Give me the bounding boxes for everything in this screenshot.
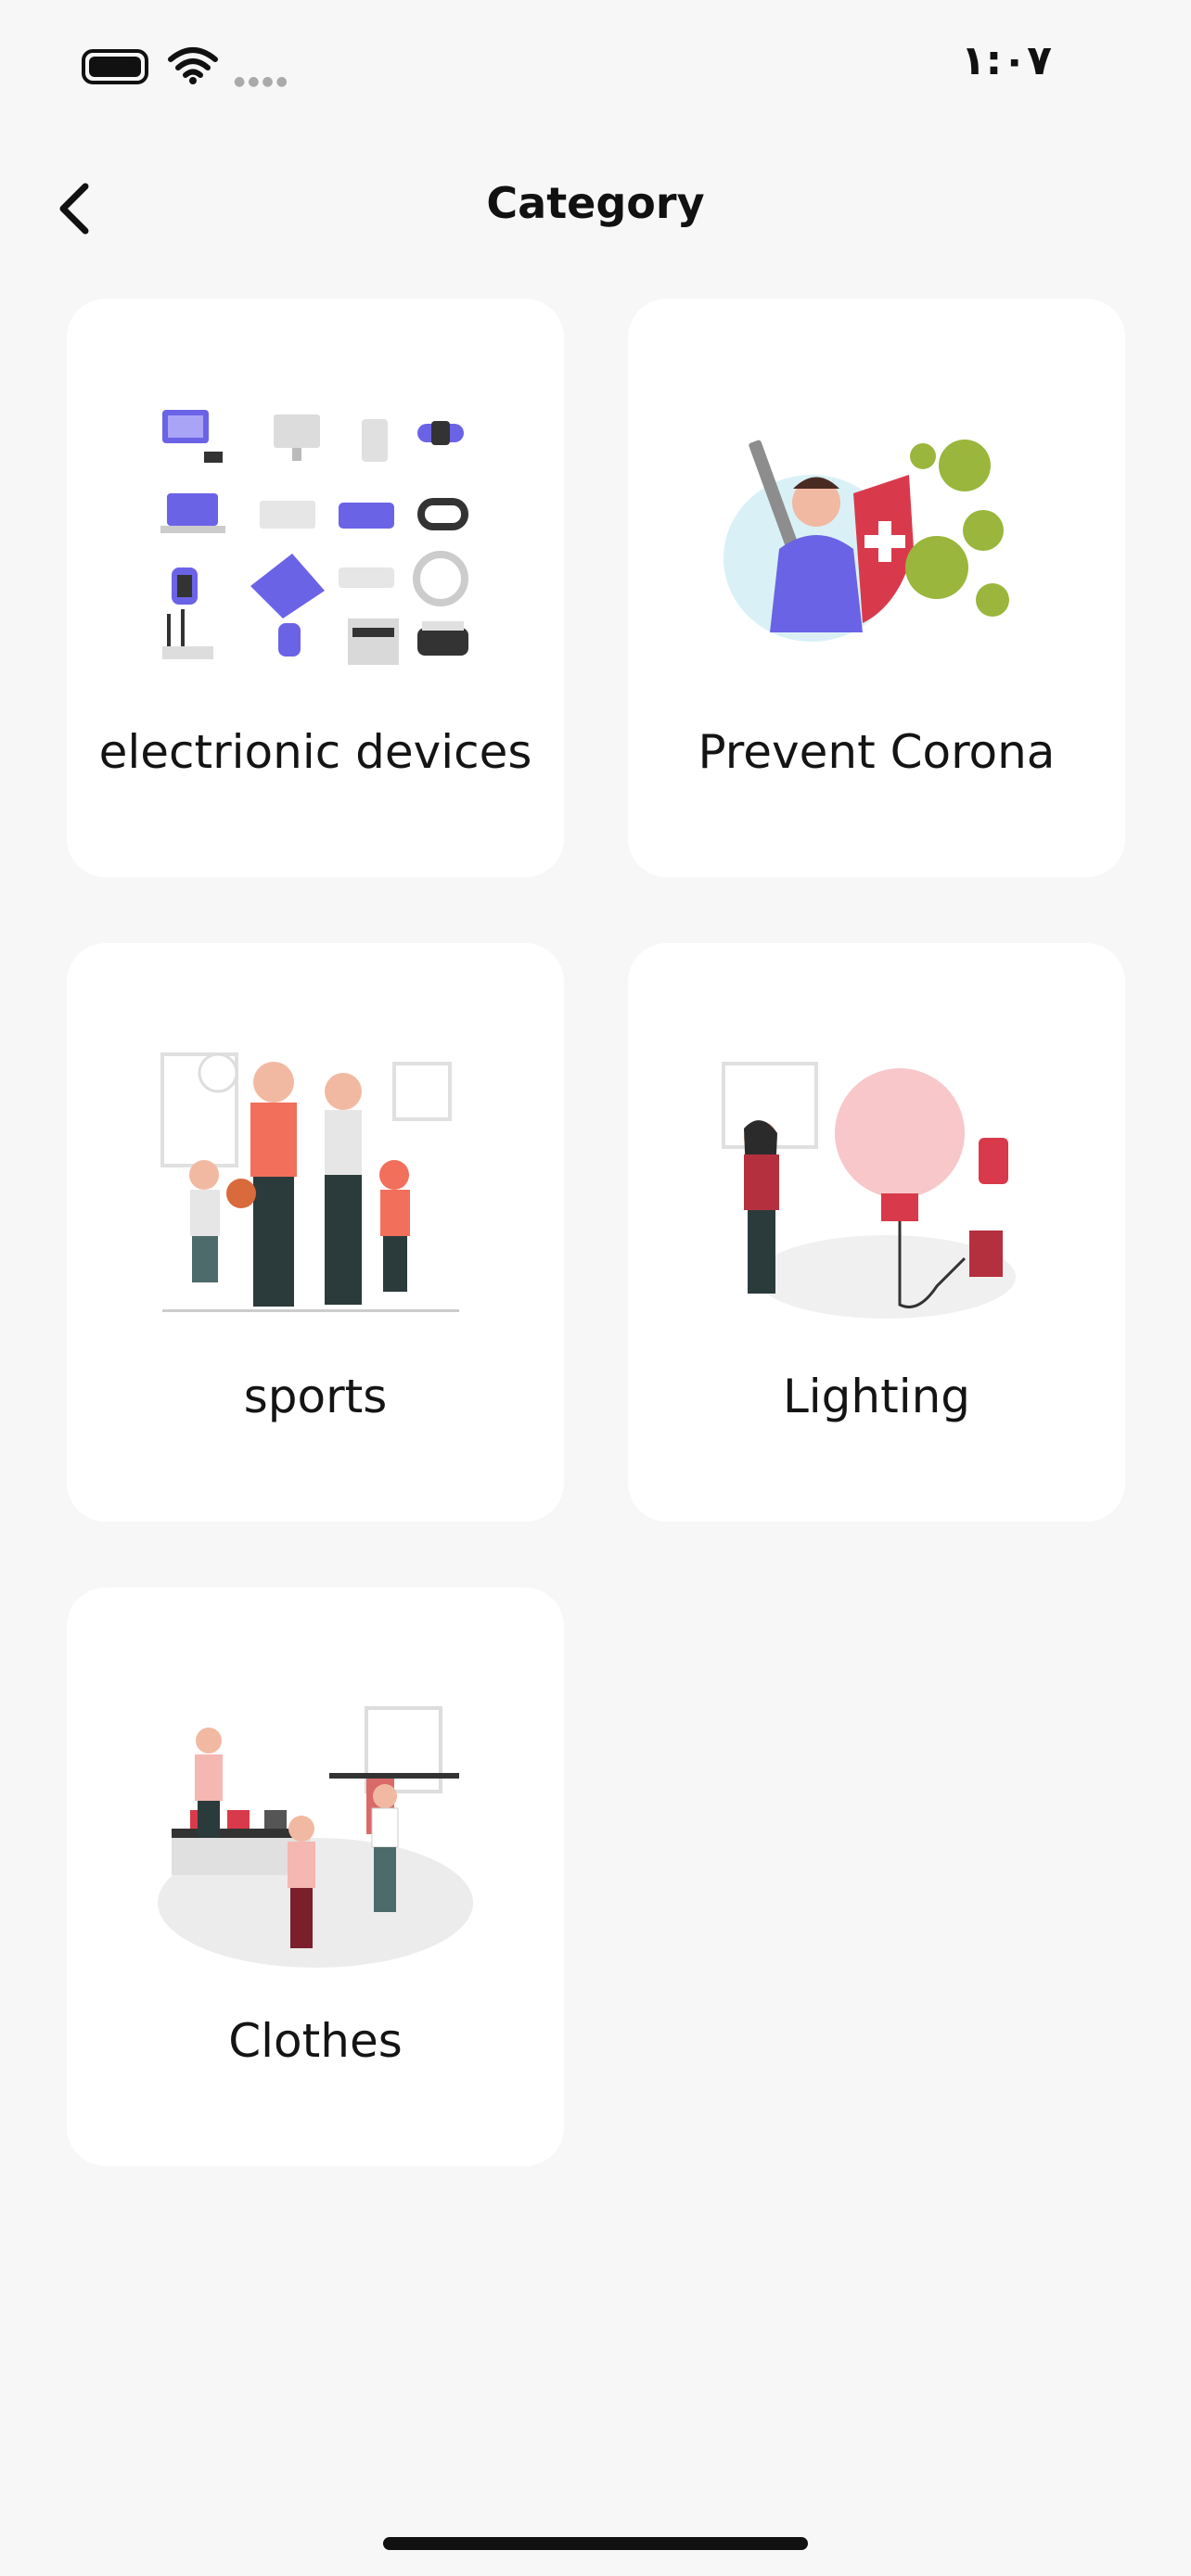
lighting-illustration [722,1062,1016,1319]
header: Category [0,167,1191,250]
sports-illustration [160,1052,459,1312]
category-label: electrionic devices [98,725,532,779]
wifi-icon [168,47,218,84]
cellular-signal-icon: ●●●● [234,74,290,89]
electronic-devices-illustration [160,410,468,665]
category-card-electronic-devices[interactable]: electrionic devices [67,299,564,877]
category-card-clothes[interactable]: Clothes [67,1588,564,2166]
status-time: ١:٠٧ [960,37,1052,84]
category-label: Lighting [782,1370,971,1423]
home-indicator[interactable] [383,2537,808,2550]
battery-icon [82,49,148,84]
category-card-sports[interactable]: sports [67,943,564,1522]
prevent-corona-illustration [724,440,1009,642]
category-label: Clothes [228,2014,403,2068]
clothes-illustration [158,1706,473,1968]
category-label: Prevent Corona [698,725,1056,779]
category-card-prevent-corona[interactable]: Prevent Corona [628,299,1125,877]
category-label: sports [243,1370,388,1423]
page-title: Category [486,178,705,228]
status-bar: ●●●● ١:٠٧ [0,0,1191,139]
category-card-lighting[interactable]: Lighting [628,943,1125,1522]
